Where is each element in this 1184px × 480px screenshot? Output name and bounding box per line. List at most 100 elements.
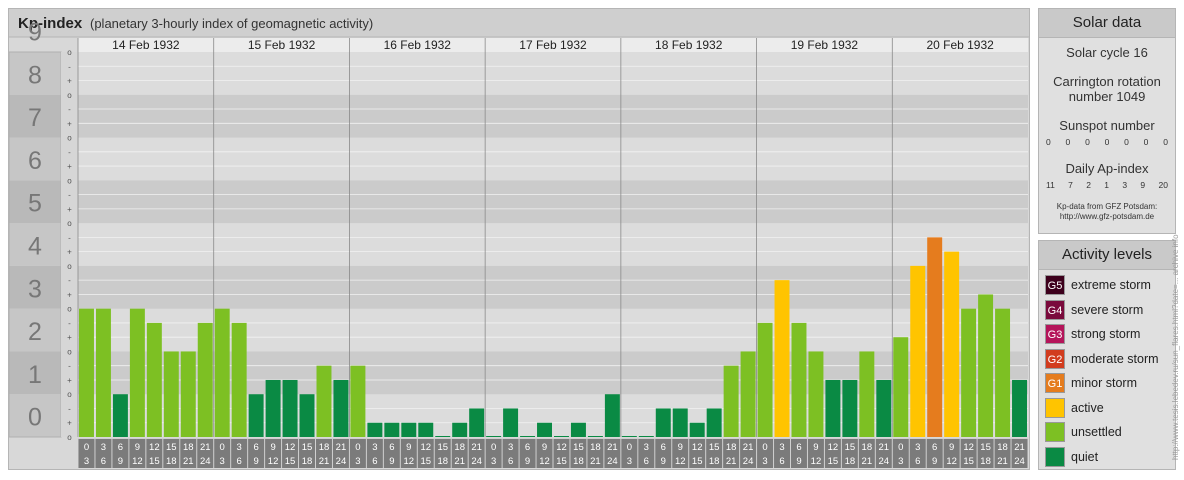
sunspot-value: 0	[1124, 137, 1129, 147]
y-subtick-label: +	[67, 419, 72, 428]
y-subtick-label: -	[68, 233, 71, 242]
legend-item: G1 minor storm	[1039, 371, 1175, 396]
hour-bin-start: 6	[932, 442, 937, 453]
kp-bar	[706, 408, 722, 437]
hour-bin-end: 21	[183, 456, 194, 467]
hour-bin-start: 21	[743, 442, 754, 453]
ap-title: Daily Ap-index	[1065, 161, 1149, 176]
kp-bar	[180, 351, 196, 437]
activity-levels-title: Activity levels	[1039, 241, 1175, 270]
y-tick-label: 8	[28, 61, 42, 89]
activity-levels-panel: Activity levels G5 extreme storm G4 severe …	[1038, 240, 1176, 470]
hour-bin-end: 24	[607, 456, 618, 467]
hour-bin-start: 9	[813, 442, 818, 453]
hour-bin-start: 6	[661, 442, 666, 453]
day-label: 14 Feb 1932	[112, 38, 180, 52]
carrington-line-2: number 1049	[1068, 89, 1146, 104]
kp-bar	[520, 436, 536, 437]
hour-bin-end: 9	[389, 456, 394, 467]
legend-item: G5 extreme storm	[1039, 273, 1175, 298]
hour-bin-start: 21	[200, 442, 211, 453]
kp-bar	[638, 436, 654, 437]
kp-bar	[435, 436, 451, 437]
kp-bar	[842, 379, 858, 437]
legend-swatch: G1	[1045, 373, 1065, 394]
y-subtick-label: +	[67, 248, 72, 257]
y-tick-label: 3	[28, 275, 42, 303]
carrington-line-1: Carrington rotation	[1053, 74, 1161, 89]
hour-bin-start: 18	[319, 442, 330, 453]
kp-bar	[231, 322, 247, 437]
kp-bar	[1012, 379, 1027, 437]
hour-bin-start: 6	[525, 442, 530, 453]
y-subtick-label: o	[67, 48, 72, 57]
hour-bin-end: 12	[132, 456, 143, 467]
y-subtick-label: -	[68, 191, 71, 200]
hour-bin-start: 15	[845, 442, 856, 453]
legend-item: G3 strong storm	[1039, 322, 1175, 347]
hour-bin-end: 3	[84, 456, 89, 467]
y-subtick-label: +	[67, 77, 72, 86]
hour-bin-start: 3	[372, 442, 377, 453]
hour-bin-start: 18	[862, 442, 873, 453]
y-tick-label: 2	[28, 318, 42, 346]
kp-chart: Kp-index (planetary 3-hourly index of geo…	[9, 9, 1029, 468]
hour-bin-end: 12	[404, 456, 415, 467]
sunspot-value: 0	[1046, 137, 1051, 147]
hour-bin-start: 15	[437, 442, 448, 453]
kp-bar	[978, 294, 994, 437]
hour-bin-start: 3	[644, 442, 649, 453]
kp-bar	[418, 422, 434, 437]
y-tick-label: 6	[28, 147, 42, 175]
kp-bar	[537, 422, 552, 437]
hour-bin-end: 12	[811, 456, 822, 467]
y-subtick-label: +	[67, 162, 72, 171]
hour-bin-start: 6	[253, 442, 258, 453]
sunspot-value: 0	[1143, 137, 1149, 147]
hour-bin-start: 18	[183, 442, 194, 453]
legend-label: quiet	[1071, 449, 1099, 464]
kp-bar	[927, 237, 943, 437]
y-tick-label: 0	[28, 404, 42, 432]
hour-bin-end: 21	[726, 456, 737, 467]
kp-chart-panel: Kp-index (planetary 3-hourly index of geo…	[8, 8, 1030, 470]
hour-bin-start: 21	[471, 442, 482, 453]
kp-bar	[859, 351, 875, 437]
y-subtick-label: -	[68, 404, 71, 413]
kp-bar	[486, 436, 502, 437]
ap-values: 11 7 2 1 3 9 20	[1039, 180, 1175, 190]
activity-legend: G5 extreme storm G4 severe storm G3 strong st…	[1039, 270, 1175, 469]
hour-bin-end: 3	[762, 456, 767, 467]
y-tick-label: 5	[28, 190, 42, 218]
hour-bin-end: 21	[862, 456, 873, 467]
hour-bin-end: 21	[454, 456, 465, 467]
hour-bin-end: 21	[590, 456, 601, 467]
kp-bar	[655, 408, 671, 437]
kp-bar	[604, 394, 620, 437]
hour-bin-end: 24	[1014, 456, 1025, 467]
hour-bin-end: 6	[372, 456, 377, 467]
hour-bin-start: 12	[692, 442, 703, 453]
legend-label: moderate storm	[1071, 351, 1159, 366]
hour-bin-end: 24	[471, 456, 482, 467]
kp-bar	[774, 280, 790, 437]
kp-bar	[129, 308, 145, 437]
hour-bin-end: 6	[508, 456, 513, 467]
y-subtick-label: +	[67, 290, 72, 299]
credit-link[interactable]: http://www.gfz-potsdam.de	[1039, 212, 1175, 222]
hour-bin-end: 18	[437, 456, 448, 467]
hour-bin-start: 6	[118, 442, 123, 453]
hour-bin-end: 12	[268, 456, 279, 467]
ap-value: 2	[1086, 180, 1091, 190]
day-label: 18 Feb 1932	[655, 38, 723, 52]
ap-value: 1	[1104, 180, 1110, 190]
legend-item: unsettled	[1039, 420, 1175, 445]
sunspot-values: 0 0 0 0 0 0 0	[1039, 137, 1175, 147]
kp-bar	[723, 365, 739, 437]
kp-bar	[876, 379, 892, 437]
kp-bar	[95, 308, 111, 437]
y-tick-label: 9	[28, 19, 42, 47]
legend-swatch: G3	[1045, 324, 1065, 345]
hour-bin-end: 18	[302, 456, 313, 467]
hour-bin-end: 18	[980, 456, 991, 467]
